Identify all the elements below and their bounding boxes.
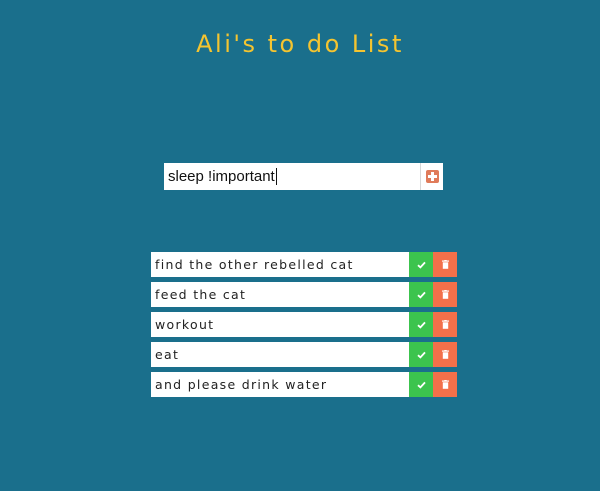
- trash-icon: [441, 350, 449, 359]
- delete-button[interactable]: [433, 252, 457, 277]
- todo-list: find the other rebelled cat feed the cat…: [151, 252, 457, 402]
- check-icon: [416, 351, 426, 359]
- trash-icon: [441, 380, 449, 389]
- check-icon: [416, 381, 426, 389]
- delete-button[interactable]: [433, 372, 457, 397]
- complete-button[interactable]: [409, 282, 433, 307]
- trash-icon: [441, 320, 449, 329]
- plus-square-icon: [425, 170, 439, 183]
- delete-button[interactable]: [433, 282, 457, 307]
- text-caret: [275, 168, 277, 185]
- todo-text: feed the cat: [151, 282, 409, 307]
- trash-icon: [441, 290, 449, 299]
- todo-input-row: sleep !important: [164, 163, 443, 190]
- complete-button[interactable]: [409, 252, 433, 277]
- check-icon: [416, 291, 426, 299]
- todo-item: and please drink water: [151, 372, 457, 397]
- todo-item: feed the cat: [151, 282, 457, 307]
- todo-text: and please drink water: [151, 372, 409, 397]
- complete-button[interactable]: [409, 312, 433, 337]
- todo-item: find the other rebelled cat: [151, 252, 457, 277]
- todo-input-value: sleep !important: [168, 168, 275, 185]
- page-title: Ali's to do List: [196, 30, 404, 58]
- check-icon: [416, 261, 426, 269]
- todo-input[interactable]: sleep !important: [164, 163, 420, 190]
- todo-text: find the other rebelled cat: [151, 252, 409, 277]
- delete-button[interactable]: [433, 342, 457, 367]
- complete-button[interactable]: [409, 372, 433, 397]
- complete-button[interactable]: [409, 342, 433, 367]
- todo-text: workout: [151, 312, 409, 337]
- delete-button[interactable]: [433, 312, 457, 337]
- todo-text: eat: [151, 342, 409, 367]
- trash-icon: [441, 260, 449, 269]
- add-todo-button[interactable]: [420, 163, 443, 190]
- todo-item: workout: [151, 312, 457, 337]
- check-icon: [416, 321, 426, 329]
- todo-item: eat: [151, 342, 457, 367]
